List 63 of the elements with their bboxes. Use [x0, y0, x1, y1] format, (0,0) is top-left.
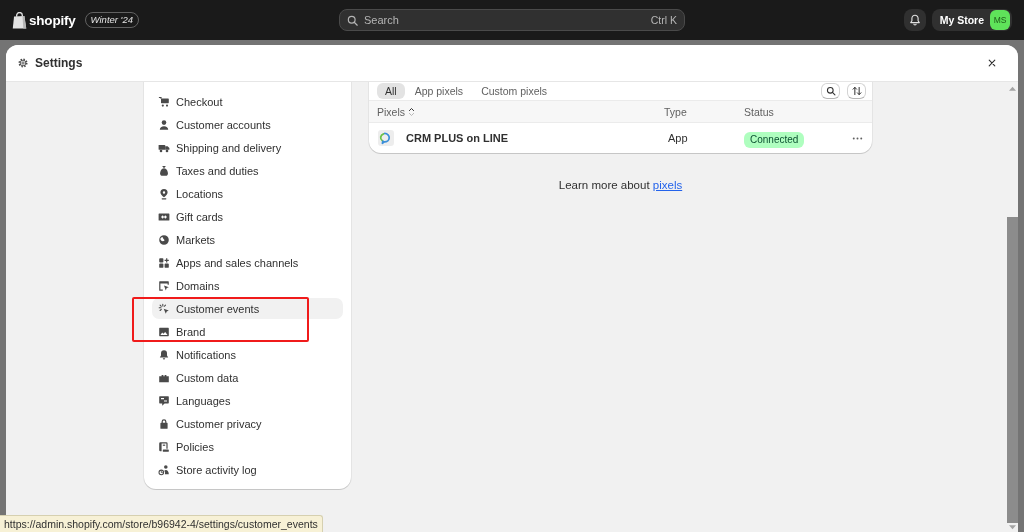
status-url-tooltip: https://admin.shopify.com/store/b96942-4/settings/customer_events — [0, 515, 323, 532]
gift-card-icon — [158, 210, 170, 223]
cursor-click-icon — [158, 302, 170, 315]
sidebar-item[interactable]: Store activity log — [152, 459, 343, 480]
status-badge: Connected — [744, 131, 805, 148]
column-header[interactable]: Pixels — [377, 105, 415, 118]
store-menu-button[interactable]: My Store MS — [931, 9, 1012, 31]
sidebar-item[interactable]: Languages — [152, 390, 343, 411]
sort-arrows-icon — [851, 85, 862, 96]
horizontal-dots-icon — [851, 136, 863, 140]
search-icon — [825, 85, 836, 96]
filter-tab[interactable]: App pixels — [406, 82, 472, 99]
globe-icon — [158, 233, 170, 246]
person-icon — [158, 118, 170, 131]
column-header[interactable]: Type — [664, 105, 687, 118]
search-icon — [347, 14, 358, 26]
store-avatar: MS — [990, 10, 1010, 30]
image-icon — [158, 325, 170, 338]
sidebar-item[interactable]: Markets — [152, 229, 343, 250]
sidebar-item[interactable]: Shipping and delivery — [152, 137, 343, 158]
lock-icon — [158, 417, 170, 430]
document-icon — [158, 440, 170, 453]
learn-more-text: Learn more about pixels — [558, 179, 683, 191]
browser-window-icon — [158, 279, 170, 292]
person-clock-icon — [158, 463, 170, 476]
pixel-name: CRM PLUS on LINE — [406, 132, 509, 144]
sidebar-item[interactable]: Apps and sales channels — [152, 252, 343, 273]
close-icon — [988, 59, 996, 67]
speech-bubble-icon — [158, 394, 170, 407]
pixels-link[interactable]: pixels — [652, 179, 683, 191]
sidebar-item[interactable]: Taxes and duties — [152, 160, 343, 181]
cart-icon — [158, 95, 170, 108]
sidebar-item[interactable]: Customer accounts — [152, 114, 343, 135]
sidebar-item[interactable]: Gift cards — [152, 206, 343, 227]
sort-button[interactable] — [847, 82, 866, 99]
logo-wordmark: shopify — [29, 12, 76, 28]
sidebar-item[interactable]: Policies — [152, 436, 343, 457]
notifications-button[interactable] — [903, 9, 926, 31]
bell-icon — [908, 14, 921, 26]
keyboard-shortcut: Ctrl K — [650, 14, 677, 26]
sidebar-item[interactable]: Notifications — [152, 344, 343, 365]
sidebar-item[interactable]: Customer privacy — [152, 413, 343, 434]
sidebar-item[interactable]: Brand — [152, 321, 343, 342]
filter-tab[interactable]: Custom pixels — [473, 82, 556, 99]
bell-icon — [158, 348, 170, 361]
apps-grid-icon — [158, 256, 170, 269]
filter-tab[interactable]: All — [377, 82, 405, 99]
settings-icon — [17, 57, 29, 69]
scrollbar-thumb[interactable] — [1006, 217, 1018, 523]
shopping-bag-icon — [12, 11, 27, 29]
dialog-title: Settings — [35, 56, 83, 70]
search-button[interactable] — [821, 82, 840, 99]
money-bag-icon — [158, 164, 170, 177]
sidebar-item[interactable]: Locations — [152, 183, 343, 204]
location-pin-icon — [158, 187, 170, 200]
app-logo-icon — [378, 130, 394, 146]
column-header[interactable]: Status — [744, 105, 774, 118]
sidebar-item[interactable]: Customer events — [152, 298, 343, 319]
sidebar-item[interactable]: Checkout — [152, 91, 343, 112]
table-cell-text: App — [667, 132, 688, 144]
sidebar-item[interactable]: Custom data — [152, 367, 343, 388]
sidebar-item[interactable]: Domains — [152, 275, 343, 296]
search-field[interactable]: Search Ctrl K — [339, 9, 685, 31]
